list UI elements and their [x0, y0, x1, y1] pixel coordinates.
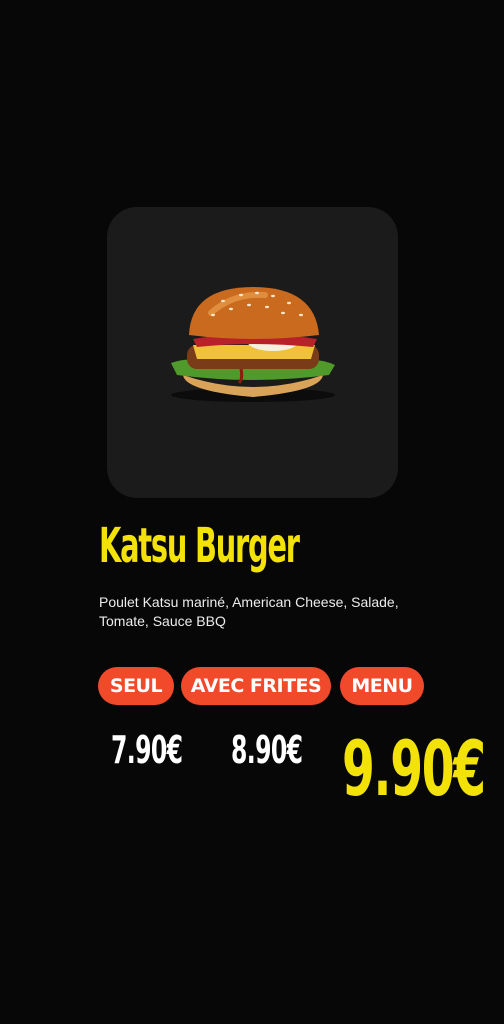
option-seul-button[interactable]: SEUL: [98, 667, 174, 705]
price-avec-frites: 8.90€: [231, 728, 303, 772]
price-seul: 7.90€: [111, 728, 183, 772]
option-avec-frites-button[interactable]: AVEC FRITES: [181, 667, 331, 705]
product-image-card: [107, 207, 398, 498]
product-title: Katsu Burger: [99, 518, 300, 574]
product-description: Poulet Katsu mariné, American Cheese, Sa…: [99, 594, 399, 629]
price-menu: 9.90€: [342, 724, 486, 813]
burger-image: [170, 286, 335, 402]
option-menu-button[interactable]: MENU: [340, 667, 424, 705]
